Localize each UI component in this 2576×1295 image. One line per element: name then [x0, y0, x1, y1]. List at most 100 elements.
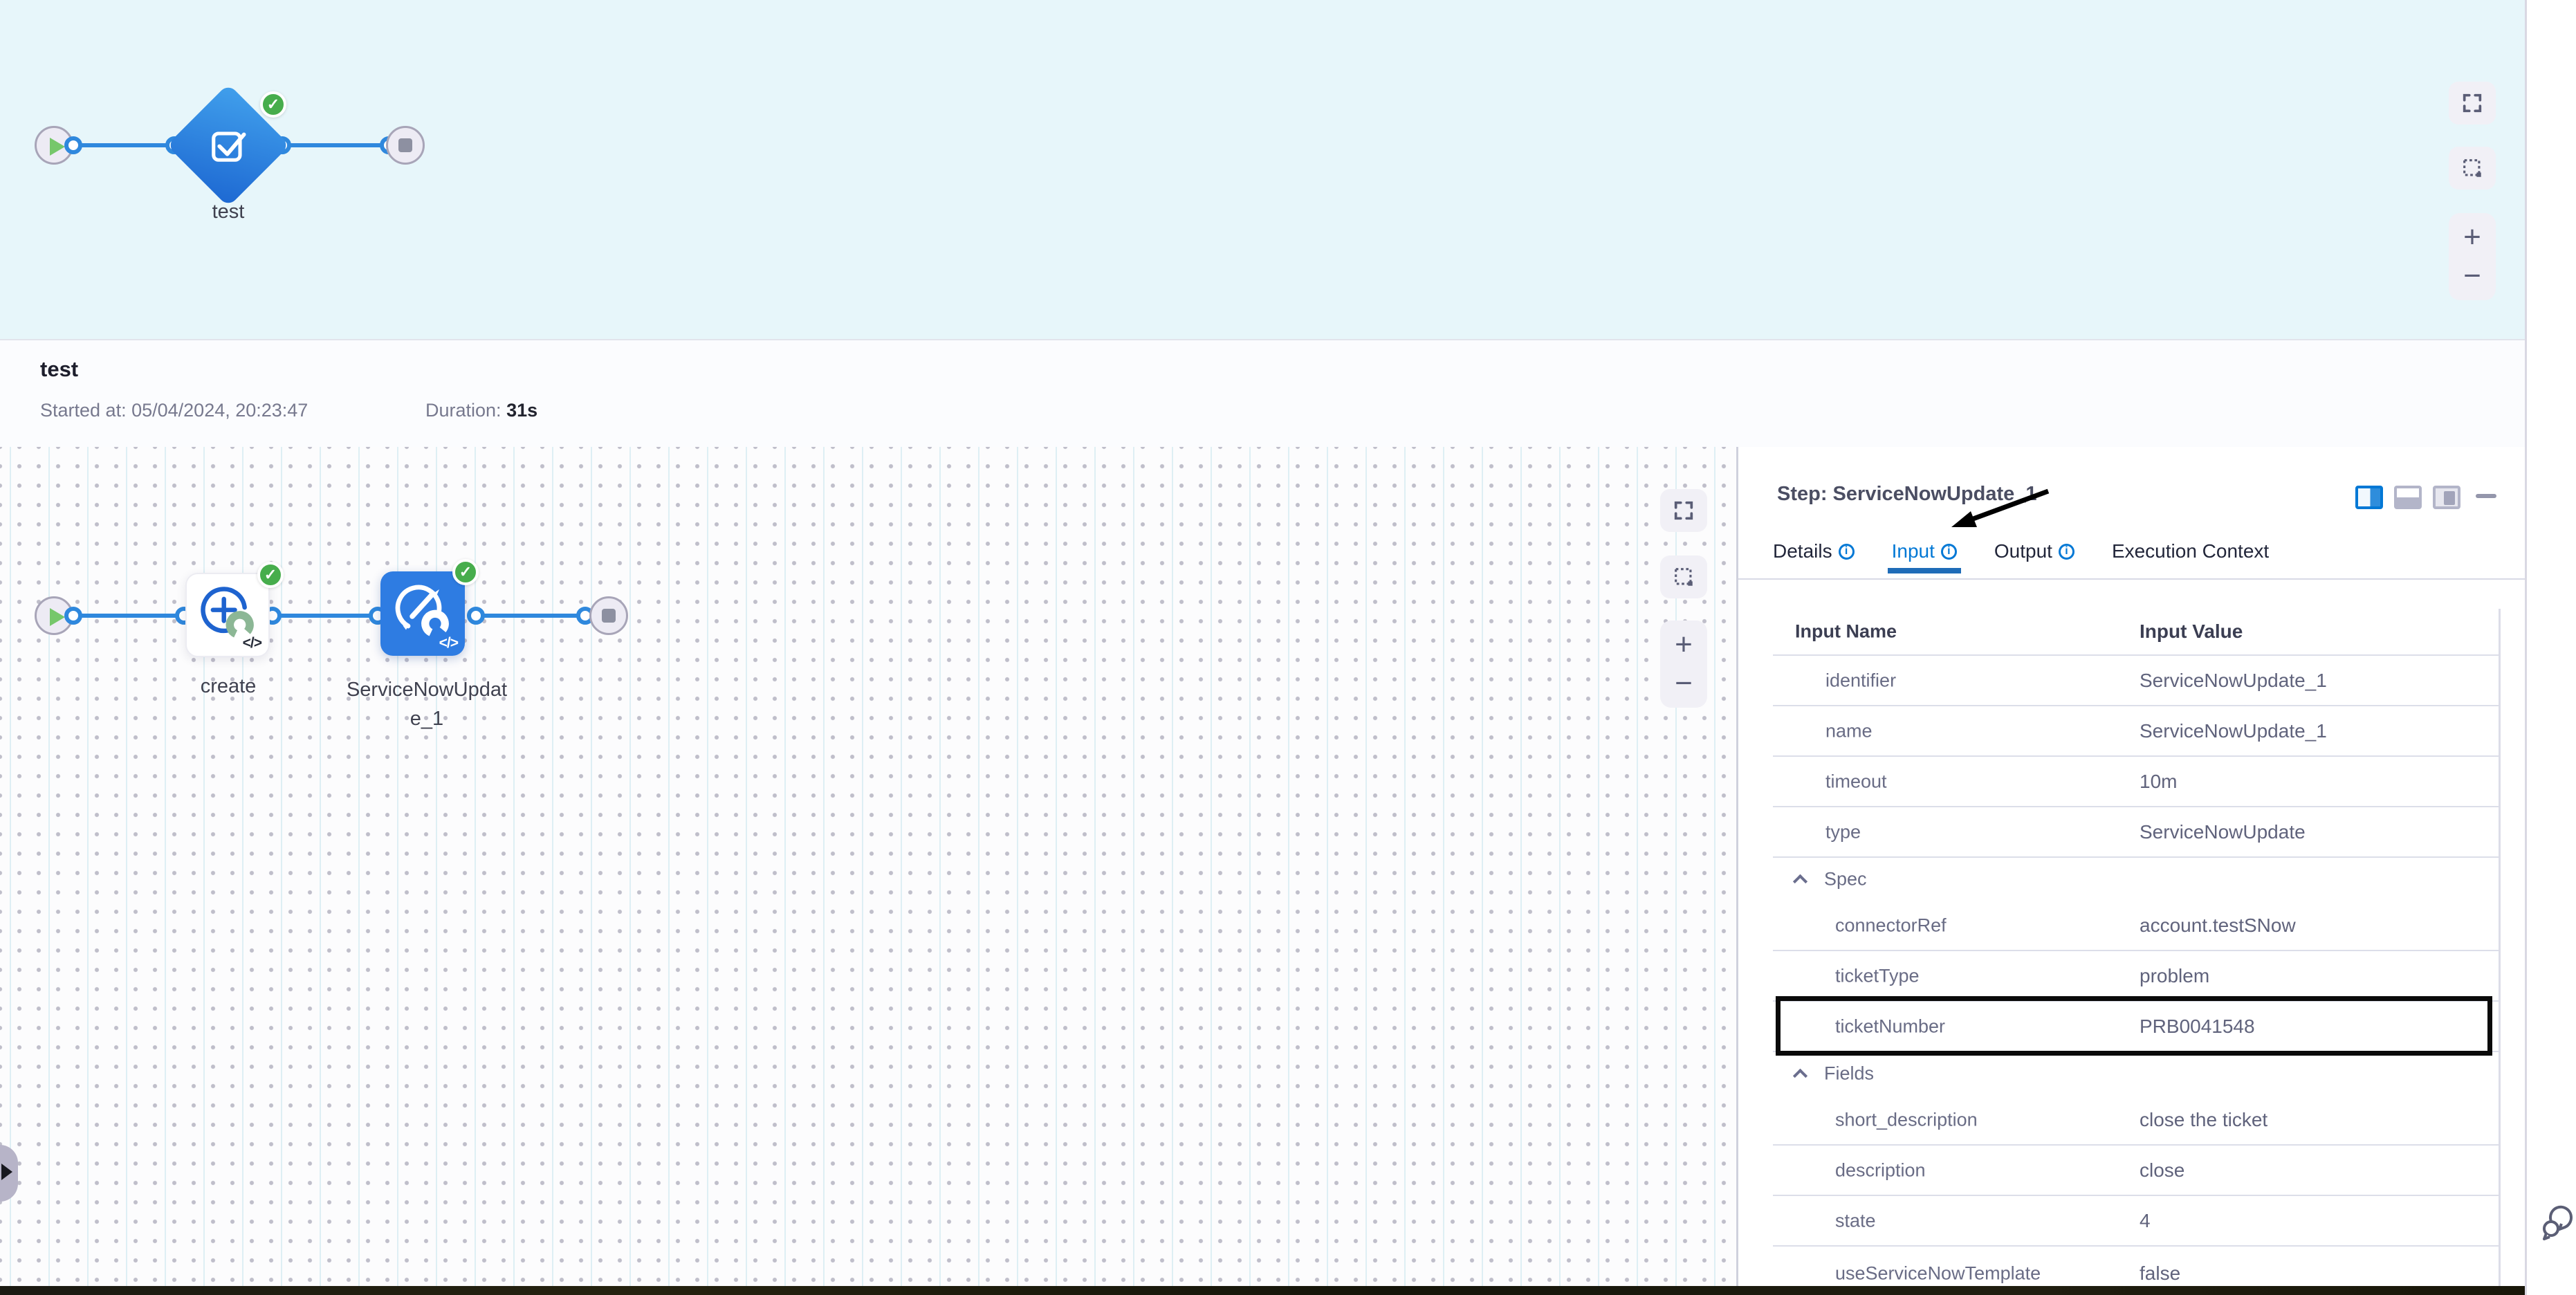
- flow-edge: [73, 143, 178, 147]
- table-row-identifier: identifierServiceNowUpdate_1: [1773, 656, 2499, 706]
- input-name: short_description: [1835, 1109, 1978, 1130]
- canvas-select-button[interactable]: [1660, 555, 1707, 598]
- edge-port: [64, 607, 82, 625]
- panel-layout-floating-button[interactable]: [2433, 486, 2460, 509]
- panel-layout-bottom-button[interactable]: [2394, 486, 2422, 509]
- table-row-name: name ServiceNowUpdate_1: [1773, 706, 2499, 757]
- edge-port: [64, 136, 82, 154]
- step-success-badge: ✓: [452, 559, 479, 585]
- play-icon: [50, 138, 65, 156]
- input-value: 4: [2140, 1210, 2151, 1232]
- tab-details[interactable]: Details i: [1773, 540, 1855, 562]
- zoom-in-button[interactable]: +: [2463, 222, 2481, 252]
- table-row-ticketType: ticketType problem: [1773, 951, 2499, 1002]
- info-icon[interactable]: i: [1839, 544, 1855, 560]
- input-name: type: [1825, 821, 1861, 843]
- zoom-out-button[interactable]: −: [2463, 261, 2481, 291]
- section-label: Spec: [1824, 869, 1867, 890]
- section-row-spec[interactable]: Spec: [1773, 858, 2499, 901]
- duration-label: Duration:: [425, 400, 502, 421]
- section-row-fields[interactable]: Fields: [1773, 1052, 2499, 1095]
- approval-stage-icon: [205, 122, 252, 169]
- zoom-in-button[interactable]: +: [1675, 630, 1693, 660]
- flow-end-node[interactable]: [386, 126, 425, 165]
- step-success-badge: ✓: [257, 562, 284, 588]
- started-label: Started at:: [40, 400, 127, 421]
- input-name: ticketNumber: [1835, 1016, 1945, 1037]
- table-row-connectorRef: connectorRef account.testSNow: [1773, 901, 2499, 951]
- step-node-label: create: [159, 675, 297, 698]
- tabs-divider: [1738, 578, 2525, 580]
- flow-edge: [270, 614, 380, 618]
- info-icon[interactable]: i: [2059, 544, 2074, 560]
- desktop-edge-strip: [0, 1286, 2525, 1295]
- edge-port: [467, 607, 485, 625]
- duration-value: 31s: [506, 400, 537, 421]
- expand-arrow-icon: [1, 1164, 12, 1180]
- canvas-fullscreen-button[interactable]: [1660, 489, 1707, 532]
- table-row-type: type ServiceNowUpdate: [1773, 807, 2499, 858]
- step-node-servicenowupdate-1[interactable]: </>: [380, 571, 465, 656]
- table-row-timeout: timeout 10m: [1773, 757, 2499, 807]
- code-glyph: </>: [439, 635, 458, 652]
- panel-tabs: DetailsiInputiOutputiExecution Context: [1773, 530, 2269, 573]
- input-name: identifier: [1825, 670, 1896, 691]
- tab-input[interactable]: Inputi: [1892, 540, 1957, 562]
- canvas-fullscreen-button[interactable]: [2449, 82, 2496, 125]
- chevron-up-icon[interactable]: [1793, 874, 1807, 889]
- flow-edge: [279, 143, 390, 147]
- left-drawer-handle[interactable]: [0, 1145, 18, 1202]
- canvas-select-button[interactable]: [2449, 147, 2496, 190]
- stage-graph-canvas[interactable]: ✓ test + −: [0, 0, 2525, 339]
- tab-output[interactable]: Outputi: [1994, 540, 2074, 562]
- table-row-state: state 4: [1773, 1196, 2499, 1247]
- tab-label: Output: [1994, 540, 2052, 562]
- input-name: useServiceNowTemplate: [1835, 1263, 2041, 1285]
- input-value: 10m: [2140, 771, 2177, 793]
- stop-icon: [398, 138, 412, 152]
- chevron-up-icon[interactable]: [1793, 1069, 1807, 1083]
- flow-end-node[interactable]: [589, 596, 628, 635]
- execution-started: Started at: 05/04/2024, 20:23:47: [40, 400, 308, 421]
- input-value: close the ticket: [2140, 1109, 2267, 1131]
- input-value: ServiceNowUpdate: [2140, 821, 2306, 843]
- table-row-ticketNumber: ticketNumber PRB0041548: [1773, 1002, 2499, 1052]
- input-name: connectorRef: [1835, 915, 1947, 936]
- panel-minimize-button[interactable]: [2476, 494, 2496, 498]
- zoom-out-button[interactable]: −: [1675, 668, 1693, 699]
- col-input-value: Input Value: [2140, 621, 2243, 643]
- flow-edge: [73, 614, 188, 618]
- input-value: false: [2140, 1262, 2180, 1285]
- input-name: state: [1835, 1210, 1876, 1231]
- section-label: Fields: [1824, 1063, 1874, 1085]
- input-value: PRB0041548: [2140, 1016, 2255, 1038]
- input-name: timeout: [1825, 771, 1887, 792]
- tab-execution-context[interactable]: Execution Context: [2112, 540, 2269, 562]
- info-icon[interactable]: i: [1941, 544, 1957, 560]
- chat-help-icon[interactable]: [2539, 1202, 2576, 1248]
- code-glyph: </>: [243, 635, 261, 652]
- fullscreen-icon: [1672, 499, 1695, 522]
- input-name: description: [1835, 1159, 1926, 1181]
- tab-label: Input: [1892, 540, 1935, 562]
- canvas-zoom-group: + −: [1660, 621, 1707, 708]
- table-row-description: descriptionclose: [1773, 1146, 2499, 1196]
- input-name: ticketType: [1835, 965, 1920, 986]
- table-row-short_description: short_description close the ticket: [1773, 1095, 2499, 1146]
- input-name: name: [1825, 720, 1873, 742]
- panel-title: Step: ServiceNowUpdate_1: [1777, 483, 2037, 506]
- stop-icon: [602, 609, 616, 623]
- page: ✓ test + − test Started at: 05/04/2024, …: [0, 0, 2576, 1295]
- input-value: ServiceNowUpdate_1: [2140, 720, 2327, 742]
- panel-layout-right-button[interactable]: [2355, 486, 2383, 509]
- stage-node-label: test: [159, 201, 297, 223]
- selection-icon: [2460, 156, 2484, 180]
- step-node-create[interactable]: </>: [185, 573, 270, 657]
- execution-meta-bar: test Started at: 05/04/2024, 20:23:47 Du…: [0, 339, 2525, 450]
- tab-label: Details: [1773, 540, 1832, 562]
- step-graph-canvas[interactable]: </> ✓ create </> ✓ ServiceNowUpdate_1: [0, 447, 1736, 1295]
- selection-icon: [1672, 565, 1695, 589]
- flow-edge: [473, 614, 589, 618]
- input-value: account.testSNow: [2140, 915, 2296, 937]
- input-value: problem: [2140, 965, 2209, 987]
